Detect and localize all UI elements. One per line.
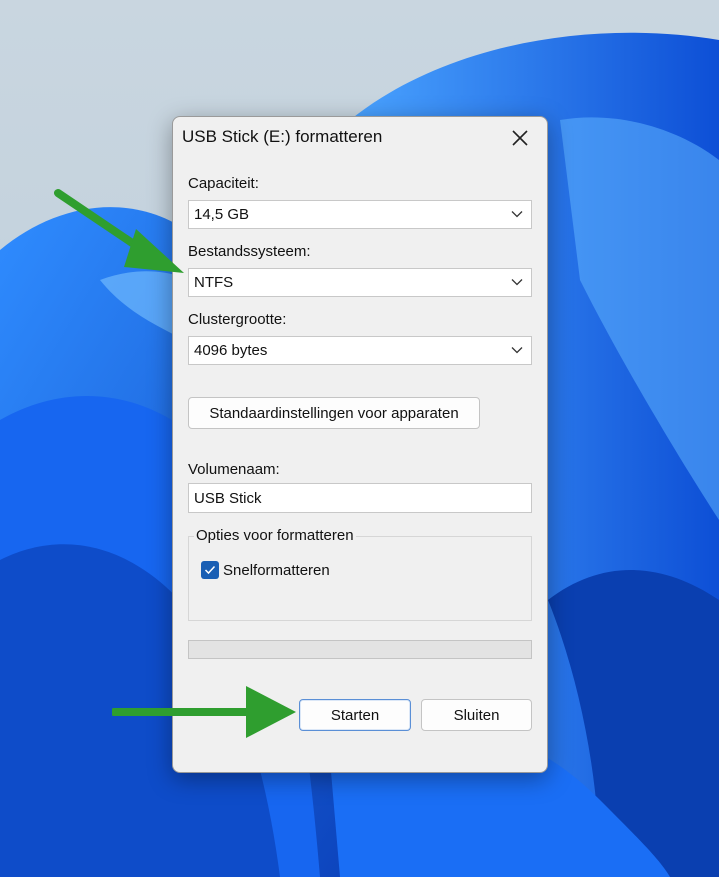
volume-label: Volumenaam: bbox=[188, 461, 280, 478]
volume-name-input[interactable]: USB Stick bbox=[188, 483, 532, 513]
chevron-down-icon bbox=[511, 211, 523, 218]
close-icon bbox=[512, 130, 528, 146]
quick-format-checkbox[interactable] bbox=[201, 561, 219, 579]
format-options-label: Opties voor formatteren bbox=[194, 527, 356, 544]
filesystem-select[interactable]: NTFS bbox=[188, 268, 532, 297]
cluster-select[interactable]: 4096 bytes bbox=[188, 336, 532, 365]
filesystem-value: NTFS bbox=[194, 274, 234, 291]
capacity-value: 14,5 GB bbox=[194, 206, 250, 223]
chevron-down-icon bbox=[511, 347, 523, 354]
filesystem-label: Bestandssysteem: bbox=[188, 243, 311, 260]
close-dialog-button[interactable]: Sluiten bbox=[421, 699, 532, 731]
capacity-label: Capaciteit: bbox=[188, 175, 259, 192]
annotation-arrow-filesystem bbox=[54, 189, 184, 273]
quick-format-option[interactable]: Snelformatteren bbox=[201, 561, 330, 579]
volume-name-value: USB Stick bbox=[194, 489, 262, 507]
cluster-label: Clustergrootte: bbox=[188, 311, 287, 328]
format-dialog: USB Stick (E:) formatteren Capaciteit: 1… bbox=[172, 116, 548, 773]
close-button[interactable] bbox=[507, 125, 533, 151]
checkmark-icon bbox=[204, 565, 216, 575]
format-options-group: Opties voor formatteren Snelformatteren bbox=[188, 527, 532, 621]
format-progress-bar bbox=[188, 640, 532, 659]
dialog-title: USB Stick (E:) formatteren bbox=[182, 127, 383, 146]
cluster-value: 4096 bytes bbox=[194, 342, 268, 359]
chevron-down-icon bbox=[511, 279, 523, 286]
capacity-select[interactable]: 14,5 GB bbox=[188, 200, 532, 229]
start-button[interactable]: Starten bbox=[299, 699, 411, 731]
annotation-arrow-start bbox=[112, 686, 296, 738]
restore-defaults-button[interactable]: Standaardinstellingen voor apparaten bbox=[188, 397, 480, 429]
quick-format-label: Snelformatteren bbox=[223, 561, 330, 579]
